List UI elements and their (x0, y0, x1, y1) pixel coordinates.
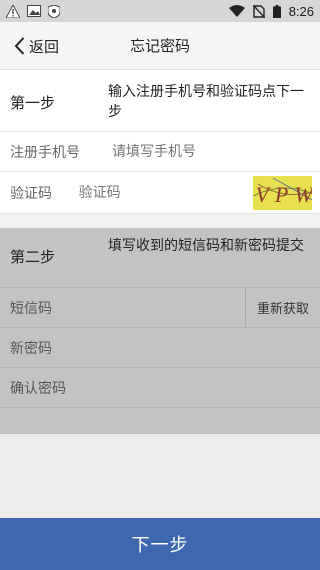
phone-input[interactable] (108, 132, 320, 171)
step2-header: 第二步 填写收到的短信码和新密码提交 (0, 228, 320, 288)
step2-section: 第二步 填写收到的短信码和新密码提交 短信码 重新获取 新密码 确认密码 (0, 228, 320, 434)
captcha-input[interactable] (74, 172, 253, 213)
sms-row: 短信码 重新获取 (0, 287, 320, 328)
captcha-text: VPWG (255, 182, 312, 207)
app-bar: 返回 忘记密码 (0, 22, 320, 70)
no-sim-icon (252, 4, 265, 18)
step1-label: 第一步 (10, 94, 56, 112)
resend-button[interactable]: 重新获取 (245, 287, 320, 328)
chevron-left-icon (14, 37, 25, 55)
step1-instruction: 输入注册手机号和验证码点下一步 (108, 84, 304, 120)
step1-header: 第一步 输入注册手机号和验证码点下一步 (0, 70, 320, 132)
status-left-icons (6, 4, 60, 18)
wifi-icon (228, 5, 245, 17)
captcha-row: 验证码 VPWG (0, 172, 320, 214)
confirm-password-label: 确认密码 (10, 380, 66, 397)
warning-icon (6, 4, 20, 18)
sms-label: 短信码 (10, 300, 52, 317)
back-label: 返回 (29, 37, 60, 56)
next-step-button[interactable]: 下一步 (0, 518, 320, 570)
step2-label: 第二步 (10, 248, 56, 266)
new-password-label: 新密码 (10, 340, 52, 357)
phone-row: 注册手机号 (0, 132, 320, 172)
content-spacer (0, 434, 320, 518)
step2-instruction: 填写收到的短信码和新密码提交 (108, 238, 304, 254)
captcha-graphic: VPWG (252, 175, 312, 210)
battery-icon (272, 4, 281, 18)
status-right-icons: 8:26 (228, 3, 314, 19)
image-icon (27, 5, 41, 17)
new-password-row[interactable]: 新密码 (0, 328, 320, 368)
back-button[interactable]: 返回 (14, 22, 59, 70)
status-bar: 8:26 (0, 0, 320, 22)
phone-label: 注册手机号 (10, 144, 80, 161)
status-time: 8:26 (288, 3, 314, 19)
captcha-label: 验证码 (10, 185, 52, 202)
captcha-image[interactable]: VPWG (252, 175, 312, 210)
shield-icon (48, 4, 60, 18)
confirm-password-row[interactable]: 确认密码 (0, 368, 320, 408)
step1-section: 第一步 输入注册手机号和验证码点下一步 注册手机号 验证码 VPWG (0, 70, 320, 214)
